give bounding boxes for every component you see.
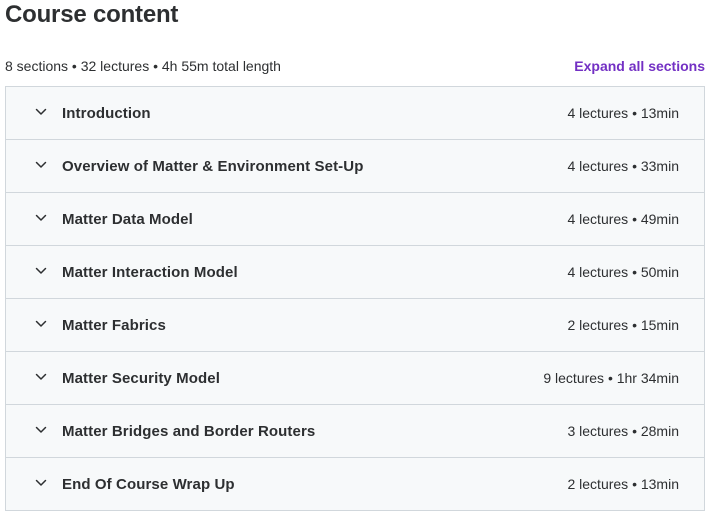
chevron-down-icon [35,161,47,168]
section-item-introduction[interactable]: Introduction 4 lectures • 13min [6,87,704,140]
section-item-security-model[interactable]: Matter Security Model 9 lectures • 1hr 3… [6,352,704,405]
section-title: Matter Interaction Model [62,263,238,281]
section-title: Matter Data Model [62,210,193,228]
section-item-fabrics[interactable]: Matter Fabrics 2 lectures • 15min [6,299,704,352]
chevron-down-icon [35,267,47,274]
chevron-down-icon [35,108,47,115]
section-meta: 2 lectures • 13min [567,476,679,492]
chevron-down-icon [35,426,47,433]
section-meta: 4 lectures • 33min [567,158,679,174]
section-title: Overview of Matter & Environment Set-Up [62,157,364,175]
section-item-overview[interactable]: Overview of Matter & Environment Set-Up … [6,140,704,193]
section-title: Matter Bridges and Border Routers [62,422,316,440]
chevron-down-icon [35,320,47,327]
chevron-down-icon [35,479,47,486]
section-item-interaction-model[interactable]: Matter Interaction Model 4 lectures • 50… [6,246,704,299]
chevron-down-icon [35,214,47,221]
section-meta: 4 lectures • 49min [567,211,679,227]
section-title: Introduction [62,104,151,122]
section-meta: 4 lectures • 50min [567,264,679,280]
section-item-bridges[interactable]: Matter Bridges and Border Routers 3 lect… [6,405,704,458]
section-meta: 2 lectures • 15min [567,317,679,333]
section-title: End Of Course Wrap Up [62,475,235,493]
curriculum-sections: Introduction 4 lectures • 13min Overview… [5,86,705,511]
course-summary-row: 8 sections • 32 lectures • 4h 55m total … [5,56,705,76]
section-title: Matter Security Model [62,369,220,387]
section-title: Matter Fabrics [62,316,166,334]
page-title: Course content [5,1,179,28]
section-meta: 3 lectures • 28min [567,423,679,439]
section-meta: 4 lectures • 13min [567,105,679,121]
section-item-data-model[interactable]: Matter Data Model 4 lectures • 49min [6,193,704,246]
section-item-wrap-up[interactable]: End Of Course Wrap Up 2 lectures • 13min [6,458,704,510]
expand-all-sections-button[interactable]: Expand all sections [574,58,705,74]
section-meta: 9 lectures • 1hr 34min [543,370,679,386]
chevron-down-icon [35,373,47,380]
course-summary: 8 sections • 32 lectures • 4h 55m total … [5,58,281,74]
